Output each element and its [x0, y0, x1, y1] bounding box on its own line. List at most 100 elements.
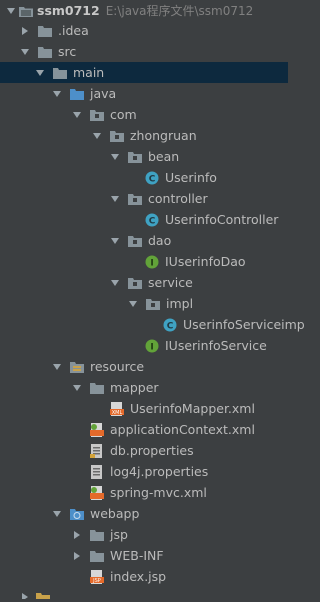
- node-label: .idea: [58, 23, 89, 38]
- node-label: webapp: [90, 506, 140, 521]
- project-path: E:\java程序文件\ssm0712: [105, 4, 254, 18]
- chevron-right-icon[interactable]: [20, 26, 30, 36]
- tree-node-webapp[interactable]: webapp: [0, 503, 288, 524]
- tree-node-userinfo-service-impl[interactable]: C UserinfoServiceimp: [0, 314, 305, 335]
- chevron-down-icon[interactable]: [35, 68, 45, 78]
- package-icon: [128, 234, 142, 248]
- web-folder-icon: [70, 507, 84, 521]
- svg-text:JSP: JSP: [92, 578, 101, 584]
- project-name: ssm0712: [37, 3, 100, 18]
- tree-node-src[interactable]: src: [0, 41, 288, 62]
- node-label: service: [148, 275, 193, 290]
- chevron-down-icon[interactable]: [110, 194, 120, 204]
- node-label: IUserinfoDao: [165, 254, 246, 269]
- node-label: jsp: [110, 527, 128, 542]
- chevron-down-icon[interactable]: [110, 236, 120, 246]
- node-label: java: [90, 86, 117, 101]
- interface-icon: I: [145, 255, 159, 269]
- svg-text:XML: XML: [112, 410, 123, 416]
- tree-node-mapper[interactable]: mapper: [0, 377, 288, 398]
- node-label: UserinfoMapper.xml: [130, 401, 255, 416]
- node-label: IUserinfoService: [165, 338, 267, 353]
- folder-icon: [38, 24, 52, 38]
- chevron-down-icon[interactable]: [110, 152, 120, 162]
- node-label: applicationContext.xml: [110, 422, 255, 437]
- node-label: log4j.properties: [110, 464, 209, 479]
- node-label: index.jsp: [110, 569, 167, 584]
- project-tree: ssm0712 E:\java程序文件\ssm0712 .idea src ma…: [0, 0, 305, 601]
- tree-node-log4j-properties[interactable]: log4j.properties: [0, 461, 288, 482]
- tree-node-application-context-xml[interactable]: applicationContext.xml: [0, 419, 288, 440]
- tree-node-zhongruan[interactable]: zhongruan: [0, 125, 288, 146]
- chevron-down-icon[interactable]: [92, 131, 102, 141]
- class-icon: C: [145, 213, 159, 227]
- svg-text:I: I: [150, 258, 153, 268]
- spring-xml-file-icon: [90, 485, 104, 500]
- resource-folder-icon: [70, 360, 84, 374]
- spring-xml-file-icon: [90, 422, 104, 437]
- tree-node-web-inf[interactable]: WEB-INF: [0, 545, 288, 566]
- tree-node-impl[interactable]: impl: [0, 293, 288, 314]
- tree-node-dao[interactable]: dao: [0, 230, 288, 251]
- package-icon: [128, 276, 142, 290]
- tree-node-iuserinfo-service[interactable]: I IUserinfoService: [0, 335, 288, 356]
- tree-node-idea[interactable]: .idea: [0, 20, 288, 41]
- chevron-down-icon[interactable]: [52, 509, 62, 519]
- chevron-down-icon[interactable]: [110, 278, 120, 288]
- svg-text:C: C: [149, 174, 156, 184]
- svg-text:C: C: [167, 321, 174, 331]
- chevron-down-icon[interactable]: [72, 383, 82, 393]
- tree-node-jsp[interactable]: jsp: [0, 524, 288, 545]
- tree-node-userinfo[interactable]: C Userinfo: [0, 167, 288, 188]
- package-icon: [128, 150, 142, 164]
- class-icon: C: [163, 318, 177, 332]
- properties-file-icon: [90, 443, 104, 458]
- tree-node-spring-mvc-xml[interactable]: spring-mvc.xml: [0, 482, 288, 503]
- chevron-down-icon[interactable]: [20, 47, 30, 57]
- tree-node-resource[interactable]: resource: [0, 356, 288, 377]
- node-label: bean: [148, 149, 180, 164]
- chevron-right-icon[interactable]: [72, 551, 82, 561]
- tree-node-service[interactable]: service: [0, 272, 288, 293]
- node-label: resource: [90, 359, 145, 374]
- tree-node-userinfo-mapper-xml[interactable]: XML UserinfoMapper.xml: [0, 398, 288, 419]
- package-icon: [128, 192, 142, 206]
- tree-node-java[interactable]: java: [0, 83, 288, 104]
- node-label: db.properties: [110, 443, 194, 458]
- chevron-down-icon[interactable]: [72, 110, 82, 120]
- package-icon: [146, 297, 160, 311]
- node-label: dao: [148, 233, 172, 248]
- source-folder-icon: [70, 87, 84, 101]
- tree-node-userinfo-controller[interactable]: C UserinfoController: [0, 209, 288, 230]
- svg-text:C: C: [149, 216, 156, 226]
- chevron-down-icon[interactable]: [128, 299, 138, 309]
- svg-text:I: I: [150, 342, 153, 352]
- node-label: main: [73, 65, 105, 80]
- chevron-right-icon[interactable]: [72, 530, 82, 540]
- tree-node-index-jsp[interactable]: JSP index.jsp: [0, 566, 288, 587]
- package-icon: [110, 129, 124, 143]
- tree-node-com[interactable]: com: [0, 104, 288, 125]
- node-label: zhongruan: [130, 128, 197, 143]
- node-label: controller: [148, 191, 208, 206]
- tree-node-project[interactable]: ssm0712 E:\java程序文件\ssm0712: [0, 0, 288, 21]
- node-label: src: [58, 44, 77, 59]
- node-label: impl: [166, 296, 194, 311]
- xml-file-icon: XML: [110, 401, 124, 416]
- node-label: mapper: [110, 380, 159, 395]
- node-label: UserinfoServiceimp: [183, 317, 305, 332]
- tree-node-partial: [0, 587, 288, 601]
- tree-node-db-properties[interactable]: db.properties: [0, 440, 288, 461]
- tree-node-controller[interactable]: controller: [0, 188, 288, 209]
- node-label: Userinfo: [165, 170, 217, 185]
- tree-node-iuserinfo-dao[interactable]: I IUserinfoDao: [0, 251, 288, 272]
- chevron-down-icon[interactable]: [6, 6, 16, 16]
- chevron-down-icon[interactable]: [52, 362, 62, 372]
- chevron-down-icon[interactable]: [52, 89, 62, 99]
- folder-icon: [90, 528, 104, 542]
- folder-icon: [90, 549, 104, 563]
- tree-node-bean[interactable]: bean: [0, 146, 288, 167]
- tree-node-main[interactable]: main: [0, 62, 288, 83]
- node-label: spring-mvc.xml: [110, 485, 207, 500]
- node-label: com: [110, 107, 137, 122]
